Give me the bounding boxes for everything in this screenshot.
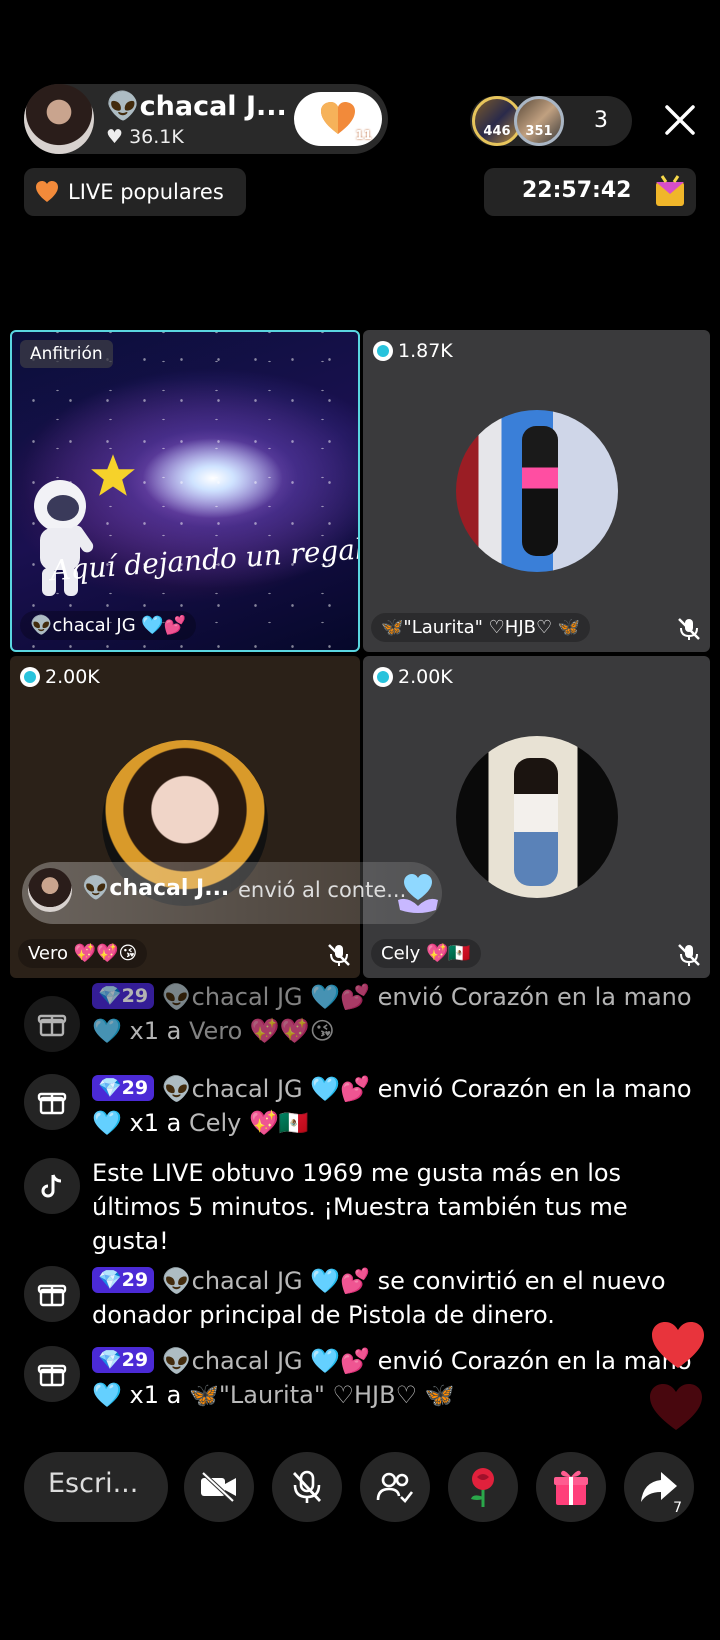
viewer-avatar[interactable]: 351 <box>514 96 564 146</box>
chat-sender[interactable]: 👽chacal JG 🩵💕 <box>162 1075 370 1103</box>
share-icon <box>641 1472 677 1502</box>
gift-icon <box>24 996 80 1052</box>
chat-receiver[interactable]: 🦋"Laurita" ♡HJB♡ 🦋 <box>189 1381 455 1409</box>
guest-video-tile[interactable]: 1.87K 🦋"Laurita" ♡HJB♡ 🦋 <box>363 330 710 652</box>
score-icon <box>373 667 393 687</box>
heart-icon <box>36 181 58 202</box>
tile-score: 2.00K <box>373 666 453 688</box>
chat-receiver[interactable]: Cely 💖🇲🇽 <box>189 1109 309 1137</box>
tile-name: Cely 💖🇲🇽 <box>371 939 481 968</box>
mute-icon <box>678 618 700 640</box>
system-message: Este LIVE obtuvo 1969 me gusta más en lo… <box>92 1159 628 1255</box>
mic-off-button[interactable] <box>272 1452 342 1522</box>
gem-level: 29 <box>121 985 149 1007</box>
tile-name: 👽chacal JG 🩵💕 <box>20 611 197 640</box>
host-tag: Anfitrión <box>20 340 113 368</box>
viewer-badge: 446 <box>483 124 511 139</box>
guest-video-tile[interactable]: 2.00K Vero 💖💖😘 <box>10 656 360 978</box>
comment-input[interactable]: Escri... <box>24 1452 168 1522</box>
follow-button[interactable]: 11 <box>294 92 382 146</box>
host-info-pill[interactable]: 👽chacal J... ♥ 36.1K 11 <box>24 84 388 154</box>
tile-score: 1.87K <box>373 340 453 362</box>
tile-score-value: 2.00K <box>398 666 453 688</box>
gem-badge: 💎29 <box>92 1347 155 1373</box>
box-icon[interactable] <box>650 172 690 212</box>
gift-icon <box>24 1266 80 1322</box>
viewers-pill[interactable]: 446 351 3 <box>470 96 632 146</box>
camera-off-icon <box>201 1471 236 1503</box>
heart-icon <box>321 102 355 134</box>
heart-in-hand-icon <box>398 874 438 913</box>
gem-badge: 💎29 <box>92 983 155 1009</box>
tiktok-icon <box>24 1158 80 1214</box>
gift-text: envió al conte... <box>238 878 407 902</box>
share-button[interactable]: 7 <box>624 1452 694 1522</box>
gem-level: 29 <box>121 1269 149 1291</box>
rose-icon <box>471 1468 494 1507</box>
guest-video-tile[interactable]: 2.00K Cely 💖🇲🇽 <box>363 656 710 978</box>
guest-avatar <box>455 736 618 898</box>
chat-receiver[interactable]: Vero 💖💖😘 <box>189 1017 335 1045</box>
tile-score-value: 1.87K <box>398 340 453 362</box>
host-video-tile[interactable]: Anfitrión Aquí dejando un regalito 👽chac… <box>10 330 360 652</box>
gem-level: 29 <box>121 1077 149 1099</box>
follow-badge: 11 <box>355 128 372 142</box>
avatar <box>28 868 72 912</box>
gift-sender: 👽chacal J... <box>82 876 230 901</box>
host-avatar[interactable] <box>24 84 94 154</box>
mic-off-icon <box>292 1470 322 1503</box>
chat-sender[interactable]: 👽chacal JG 🩵💕 <box>162 1267 370 1295</box>
gem-level: 29 <box>121 1349 149 1371</box>
gift-icon <box>24 1346 80 1402</box>
camera-off-button[interactable] <box>184 1452 254 1522</box>
live-label: LIVE populares <box>68 180 224 204</box>
guests-icon <box>376 1472 414 1503</box>
gem-badge: 💎29 <box>92 1075 155 1101</box>
score-icon <box>373 341 393 361</box>
gift-banner: 👽chacal J... envió al conte... <box>22 862 442 924</box>
host-likes: ♥ 36.1K <box>106 126 184 148</box>
gem-badge: 💎29 <box>92 1267 155 1293</box>
tile-name: Vero 💖💖😘 <box>18 939 148 968</box>
close-icon[interactable] <box>660 100 700 140</box>
mute-icon <box>678 944 700 966</box>
share-count: 7 <box>673 1500 682 1516</box>
score-icon <box>20 667 40 687</box>
viewer-count: 3 <box>594 108 608 133</box>
chat-sender[interactable]: 👽chacal JG 🩵💕 <box>162 1347 370 1375</box>
gift-icon <box>24 1074 80 1130</box>
tile-name: 🦋"Laurita" ♡HJB♡ 🦋 <box>371 613 591 642</box>
heart-icon <box>650 1384 702 1430</box>
heart-icon <box>652 1322 704 1368</box>
chat-sender[interactable]: 👽chacal JG 🩵💕 <box>162 983 370 1011</box>
viewer-badge: 351 <box>525 124 553 139</box>
gift-button[interactable] <box>536 1452 606 1522</box>
tile-score-value: 2.00K <box>45 666 100 688</box>
timer-pill[interactable]: 22:57:42 <box>484 168 696 216</box>
host-name: 👽chacal J... <box>106 91 287 122</box>
tile-score: 2.00K <box>20 666 100 688</box>
rose-button[interactable] <box>448 1452 518 1522</box>
present-icon <box>554 1470 588 1505</box>
guest-avatar <box>455 410 618 572</box>
guests-button[interactable] <box>360 1452 430 1522</box>
timer-text: 22:57:42 <box>522 178 632 203</box>
live-populares-pill[interactable]: LIVE populares <box>24 168 246 216</box>
host-likes-value: 36.1K <box>129 126 184 148</box>
mute-icon <box>328 944 350 966</box>
